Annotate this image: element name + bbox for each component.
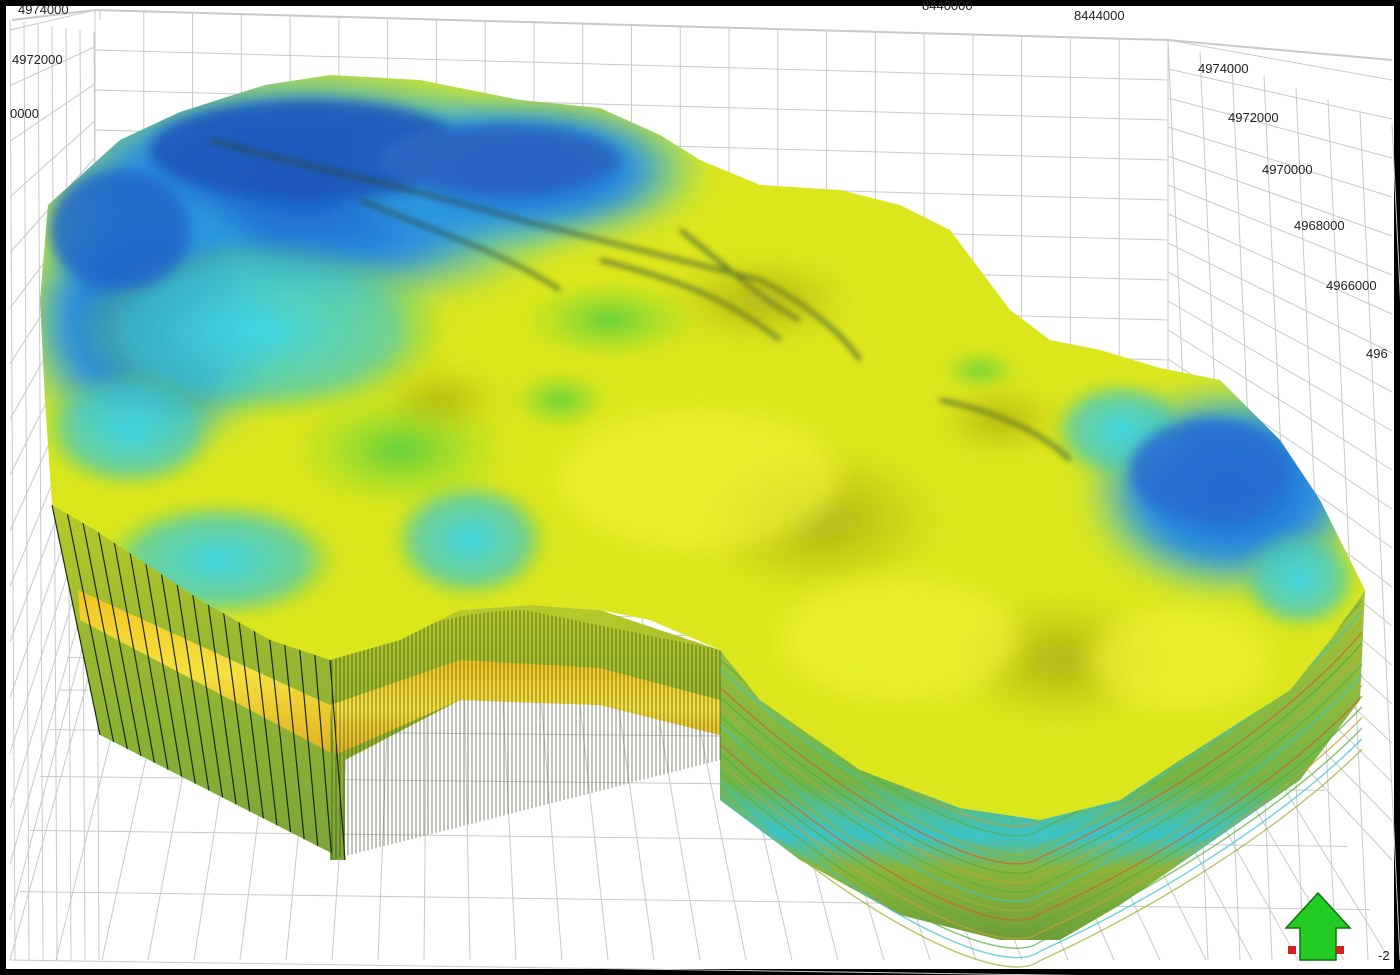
axis-label-right-6: 496 bbox=[1366, 346, 1388, 361]
axis-label-left-3: 0000 bbox=[10, 106, 39, 121]
axis-label-top-2: 8444000 bbox=[1074, 8, 1125, 23]
3d-scene[interactable]: 4974000 4972000 0000 8440000 8444000 497… bbox=[0, 0, 1400, 975]
axis-label-right-3: 4970000 bbox=[1262, 162, 1313, 177]
axis-label-right-2: 4972000 bbox=[1228, 110, 1279, 125]
axis-label-left-2: 4972000 bbox=[12, 52, 63, 67]
axis-label-right-5: 4966000 bbox=[1326, 278, 1377, 293]
axis-label-left-1: 4974000 bbox=[18, 2, 69, 17]
axis-label-bottom-right: -2 bbox=[1378, 948, 1390, 963]
axis-label-right-1: 4974000 bbox=[1198, 61, 1249, 76]
3d-model-viewport[interactable]: 4974000 4972000 0000 8440000 8444000 497… bbox=[0, 0, 1400, 975]
axis-label-top-1: 8440000 bbox=[922, 0, 973, 13]
axis-label-right-4: 4968000 bbox=[1294, 218, 1345, 233]
